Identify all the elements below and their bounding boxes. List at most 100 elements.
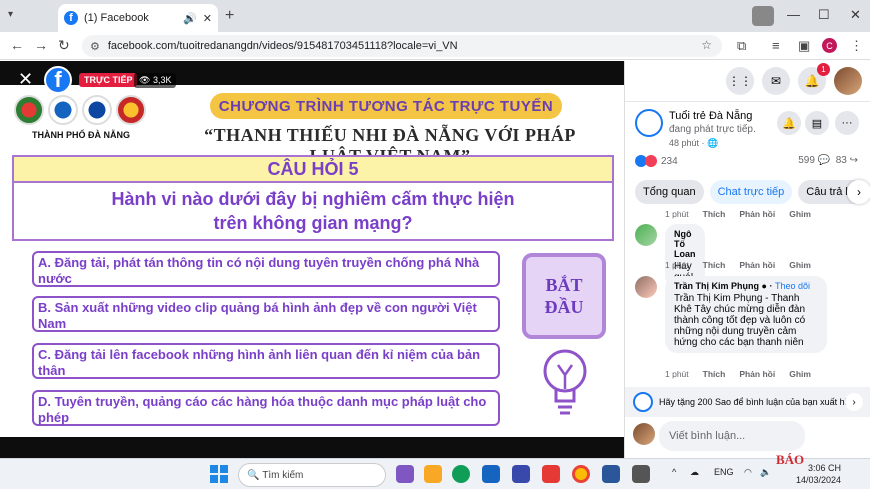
commenter-name-row: Trần Thị Kim Phụng ● · Theo dõi bbox=[674, 281, 810, 291]
comment-icon: 💬 bbox=[817, 155, 831, 166]
page-status: đang phát trực tiếp. bbox=[669, 124, 756, 135]
address-bar[interactable]: ⚙ facebook.com/tuoitredanangdn/videos/91… bbox=[82, 35, 722, 57]
tab-live-chat[interactable]: Chat trực tiếp bbox=[709, 180, 793, 204]
site-info-icon[interactable]: ⚙ bbox=[90, 40, 100, 53]
tabs-next-arrow-icon[interactable]: › bbox=[847, 180, 870, 204]
like-link[interactable]: Thích bbox=[703, 209, 726, 219]
speaker-icon[interactable]: 🔊 bbox=[183, 12, 197, 25]
commenter-name[interactable]: Ngô Tố Loan bbox=[674, 229, 696, 259]
browser-tab-bar: ▾ f (1) Facebook 🔊 ✕ + — ☐ ✕ bbox=[0, 0, 870, 32]
like-link[interactable]: Thích bbox=[703, 369, 726, 379]
composer-avatar bbox=[633, 423, 655, 445]
comment-time: 1 phút bbox=[665, 369, 689, 379]
comment-actions: 1 phút Thích Phản hồi Ghim bbox=[665, 260, 811, 270]
save-button[interactable]: ▤ bbox=[805, 111, 829, 135]
file-explorer-icon[interactable] bbox=[424, 465, 442, 483]
tab-search-icon[interactable]: ▾ bbox=[8, 9, 20, 21]
share-count[interactable]: 83 bbox=[836, 155, 847, 166]
volume-icon[interactable]: 🔈 bbox=[760, 467, 771, 478]
language-indicator[interactable]: ENG bbox=[714, 467, 734, 477]
chrome-menu-icon[interactable]: ⋮ bbox=[850, 38, 863, 54]
minimize-button[interactable]: — bbox=[787, 7, 800, 22]
chrome-icon[interactable] bbox=[572, 465, 590, 483]
wifi-icon[interactable]: ◠ bbox=[744, 467, 752, 478]
facebook-logo-icon[interactable]: f bbox=[44, 66, 72, 94]
profile-avatar[interactable]: C bbox=[822, 38, 837, 53]
reply-link[interactable]: Phản hồi bbox=[739, 260, 775, 270]
reply-link[interactable]: Phản hồi bbox=[739, 209, 775, 219]
user-avatar[interactable] bbox=[834, 67, 862, 95]
forward-arrow-icon[interactable]: → bbox=[34, 37, 48, 53]
maximize-button[interactable]: ☐ bbox=[818, 7, 830, 23]
pin-link[interactable]: Ghim bbox=[789, 369, 811, 379]
share-icon: ↪ bbox=[849, 155, 858, 166]
page-avatar[interactable] bbox=[635, 109, 663, 137]
taskbar-search[interactable]: 🔍 Tìm kiếm bbox=[238, 463, 386, 487]
comment-text: Trần Thị Kim Phụng - Thanh Khê Tây chúc … bbox=[674, 293, 806, 348]
lightbulb-icon bbox=[543, 349, 587, 415]
bookmark-star-icon[interactable]: ☆ bbox=[701, 38, 712, 52]
browser-tab-facebook[interactable]: f (1) Facebook 🔊 ✕ bbox=[58, 4, 218, 32]
follow-link[interactable]: Theo dõi bbox=[775, 281, 810, 291]
comment-bubble: Trần Thị Kim Phụng ● · Theo dõi Trần Thị… bbox=[665, 276, 827, 353]
chevron-right-icon[interactable]: › bbox=[845, 393, 863, 411]
notifications-bell-icon[interactable]: 🔔 1 bbox=[798, 63, 830, 95]
pin-link[interactable]: Ghim bbox=[789, 209, 811, 219]
globe-icon: 🌐 bbox=[707, 138, 719, 148]
commenter-avatar[interactable] bbox=[635, 276, 657, 298]
reply-link[interactable]: Phản hồi bbox=[739, 369, 775, 379]
reload-icon[interactable]: ↻ bbox=[58, 37, 70, 54]
edge-icon[interactable] bbox=[452, 465, 470, 483]
browser-toolbar: ← → ↻ ⚙ facebook.com/tuoitredanangdn/vid… bbox=[0, 32, 870, 60]
notification-badge: 1 bbox=[817, 63, 830, 76]
like-link[interactable]: Thích bbox=[703, 260, 726, 270]
video-player[interactable]: THÀNH PHỐ ĐÀ NẴNG CHƯƠNG TRÌNH TƯƠNG TÁC… bbox=[0, 61, 624, 458]
commenter-avatar[interactable] bbox=[635, 224, 657, 246]
side-panel-icon[interactable]: ▣ bbox=[798, 38, 810, 54]
taskview-icon[interactable] bbox=[396, 465, 414, 483]
logo-2-icon bbox=[48, 95, 78, 125]
facebook-favicon-icon: f bbox=[64, 11, 78, 25]
question-number: CÂU HỎI 5 bbox=[12, 155, 614, 183]
option-c: C. Đăng tải lên facebook những hình ảnh … bbox=[32, 343, 500, 379]
panel-tabs: Tổng quan Chat trực tiếp Câu trả lời bbox=[635, 180, 866, 204]
word-icon[interactable] bbox=[602, 465, 620, 483]
search-placeholder: Tìm kiếm bbox=[262, 469, 304, 481]
close-window-button[interactable]: ✕ bbox=[850, 7, 861, 23]
comment-input[interactable]: Viết bình luận... bbox=[659, 421, 805, 451]
more-options-button[interactable]: ··· bbox=[835, 111, 859, 135]
comment-count[interactable]: 599 bbox=[798, 155, 815, 166]
option-d: D. Tuyên truyền, quảng cáo các hàng hóa … bbox=[32, 390, 500, 426]
follow-bell-button[interactable]: 🔔 bbox=[777, 111, 801, 135]
app-icon[interactable] bbox=[632, 465, 650, 483]
watermark-logo: BÁO bbox=[776, 452, 805, 467]
messenger-icon[interactable]: ✉ bbox=[762, 67, 790, 95]
chevron-up-icon[interactable]: ^ bbox=[672, 467, 676, 477]
back-arrow-icon[interactable]: ← bbox=[10, 37, 24, 53]
mail-icon[interactable] bbox=[542, 465, 560, 483]
menu-grid-icon[interactable]: ⋮⋮ bbox=[726, 67, 754, 95]
organization-logos bbox=[14, 95, 146, 125]
stars-gift-banner[interactable]: Hãy tặng 200 Sao để bình luận của bạn xu… bbox=[625, 387, 870, 417]
network-icon[interactable]: ☁ bbox=[690, 467, 699, 478]
extensions-puzzle-icon[interactable]: ⧉ bbox=[737, 38, 746, 54]
question-line-1: Hành vi nào dưới đây bị nghiêm cấm thực … bbox=[111, 189, 515, 209]
extension-icon[interactable] bbox=[752, 6, 774, 26]
pin-link[interactable]: Ghim bbox=[789, 260, 811, 270]
tab-close-icon[interactable]: ✕ bbox=[203, 12, 212, 25]
search-icon: 🔍 bbox=[247, 469, 260, 481]
app-icon[interactable] bbox=[512, 465, 530, 483]
store-icon[interactable] bbox=[482, 465, 500, 483]
start-box: BẮT ĐẦU bbox=[522, 253, 606, 339]
windows-start-icon[interactable] bbox=[210, 465, 228, 483]
tab-overview[interactable]: Tổng quan bbox=[635, 180, 704, 204]
page-name[interactable]: Tuổi trẻ Đà Nẵng bbox=[669, 110, 752, 122]
commenter-name[interactable]: Trần Thị Kim Phụng bbox=[674, 281, 759, 291]
new-tab-button[interactable]: + bbox=[225, 7, 234, 25]
close-video-icon[interactable]: ✕ bbox=[18, 69, 33, 90]
logo-4-icon bbox=[116, 95, 146, 125]
media-controls-icon[interactable]: ≡ bbox=[772, 38, 780, 53]
post-time: 48 phút · 🌐 bbox=[669, 138, 718, 149]
reactions[interactable]: 234 bbox=[635, 155, 678, 167]
comment-actions: 1 phút Thích Phản hồi Ghim bbox=[665, 369, 811, 379]
